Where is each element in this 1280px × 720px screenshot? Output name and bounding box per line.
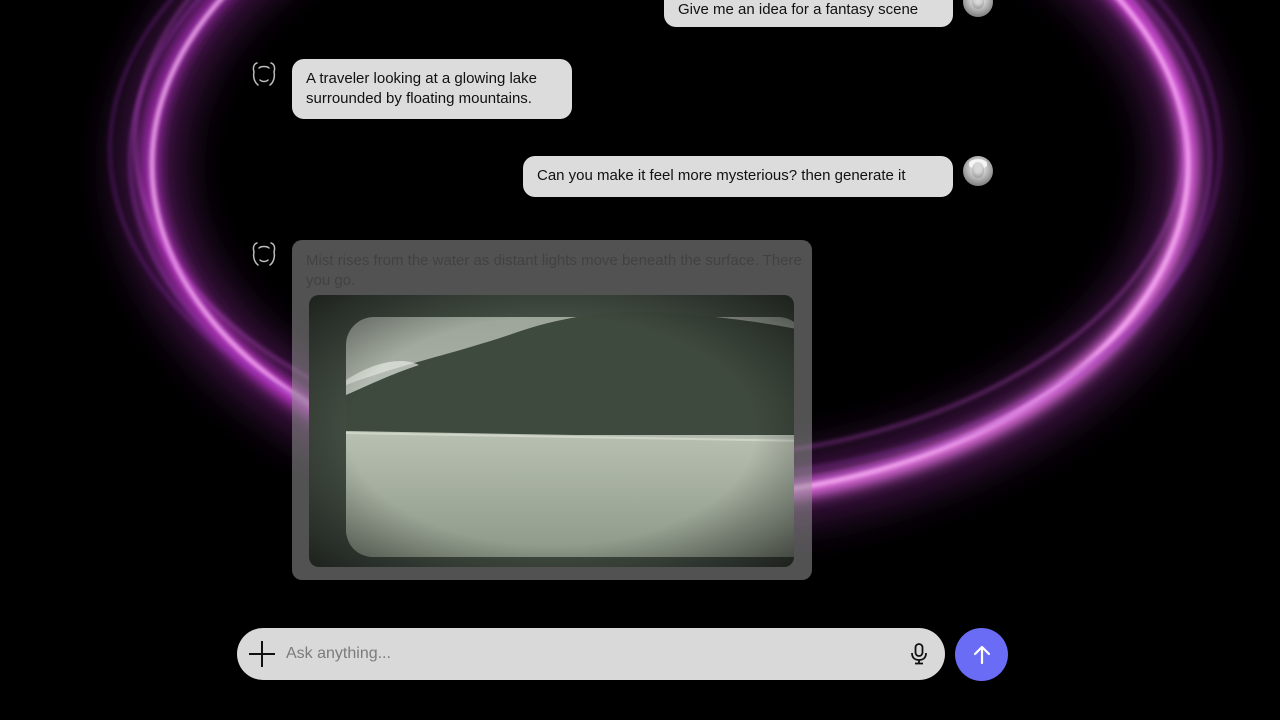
assistant-message-text: Mist rises from the water as distant lig… (306, 252, 802, 289)
arrow-up-icon (973, 645, 990, 664)
assistant-message-text: A traveler looking at a glowing lake sur… (306, 70, 537, 107)
ask-input[interactable] (286, 640, 886, 668)
generated-image-landscape (309, 295, 794, 567)
chat-screen: Give me an idea for a fantasy scene A tr… (0, 0, 1280, 720)
message-composer (237, 628, 945, 680)
generated-image[interactable] (309, 295, 794, 567)
user-message-bubble: Can you make it feel more mysterious? th… (523, 156, 953, 197)
assistant-message-bubble: A traveler looking at a glowing lake sur… (292, 59, 572, 119)
user-message-text: Give me an idea for a fantasy scene (678, 1, 919, 18)
user-message-text: Can you make it feel more mysterious? th… (537, 167, 906, 184)
user-avatar (963, 0, 993, 17)
assistant-logo-icon (252, 242, 276, 266)
plus-icon[interactable] (249, 641, 275, 667)
user-message-bubble: Give me an idea for a fantasy scene (664, 0, 953, 27)
user-avatar (963, 156, 993, 186)
assistant-image-message: Mist rises from the water as distant lig… (292, 240, 812, 580)
assistant-logo-icon (252, 62, 276, 86)
microphone-icon[interactable] (909, 643, 929, 665)
send-button[interactable] (955, 628, 1008, 681)
